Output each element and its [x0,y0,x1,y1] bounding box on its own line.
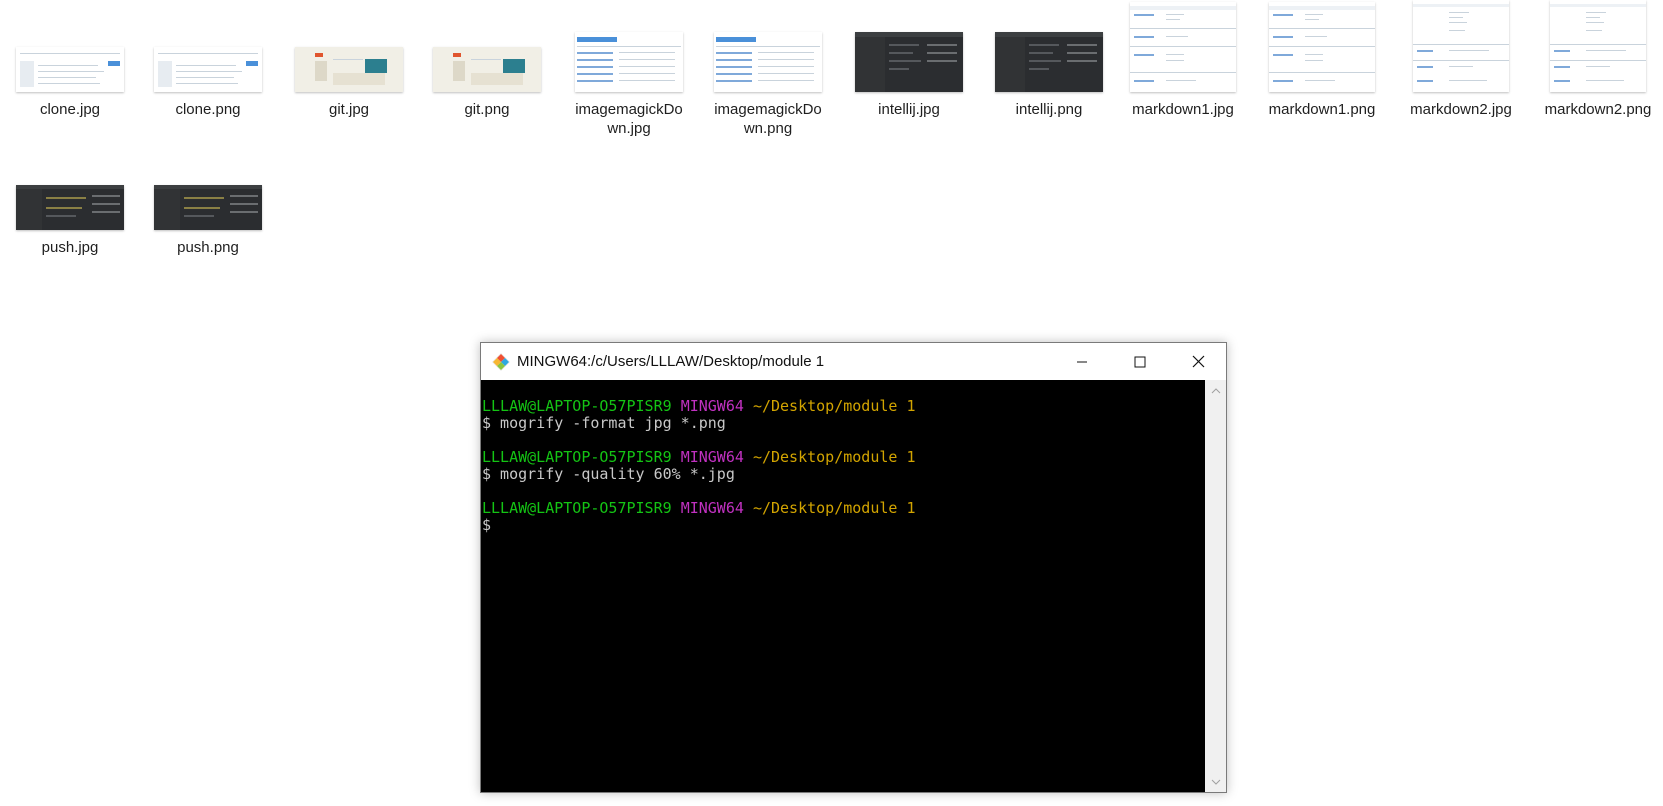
image-thumbnail [1130,2,1236,92]
file-item[interactable]: push.png [143,138,273,257]
prompt-user: LLLAW@LAPTOP-O57PISR9 [482,499,672,517]
image-thumbnail [855,32,963,92]
file-item[interactable]: git.jpg [284,0,414,119]
image-thumbnail [154,185,262,230]
image-thumbnail [714,32,822,92]
prompt-line: LLLAW@LAPTOP-O57PISR9 MINGW64 ~/Desktop/… [481,398,1205,415]
file-name: markdown2.jpg [1410,101,1512,118]
prompt-env: MINGW64 [680,499,744,517]
file-item[interactable]: intellij.png [984,0,1114,119]
file-name: markdown1.jpg [1132,101,1234,118]
command-line: $ mogrify -format jpg *.png [482,414,726,432]
minimize-icon [1077,361,1087,362]
file-name: clone.jpg [39,101,101,118]
chevron-down-icon [1211,779,1220,785]
chevron-up-icon [1211,387,1220,393]
title-bar[interactable]: MINGW64:/c/Users/LLLAW/Desktop/module 1 [481,343,1226,380]
image-thumbnail [16,47,124,92]
prompt-path: ~/Desktop/module 1 [752,499,916,517]
prompt-env: MINGW64 [680,448,744,466]
prompt-env: MINGW64 [680,397,744,415]
image-thumbnail [433,47,541,92]
file-item[interactable]: imagemagickDown.jpg [564,0,694,138]
file-item[interactable]: push.jpg [5,138,135,257]
file-name: markdown1.png [1268,101,1376,118]
window-title: MINGW64:/c/Users/LLLAW/Desktop/module 1 [517,353,825,370]
file-item[interactable]: intellij.jpg [844,0,974,119]
file-name: push.png [177,239,239,256]
file-item[interactable]: clone.jpg [5,0,135,119]
maximize-icon [1134,356,1146,367]
close-button[interactable] [1169,343,1227,380]
image-thumbnail [1550,0,1646,92]
file-item[interactable]: markdown2.png [1533,0,1663,119]
file-name: intellij.png [1015,101,1083,118]
prompt-symbol: $ [482,516,492,534]
image-thumbnail [16,185,124,230]
prompt-line: LLLAW@LAPTOP-O57PISR9 MINGW64 ~/Desktop/… [481,449,1205,466]
command-line: $ mogrify -quality 60% *.jpg [482,465,735,483]
minimize-button[interactable] [1053,343,1111,380]
file-item[interactable]: git.png [422,0,552,119]
file-name: imagemagickDown.jpg [575,101,683,137]
prompt-user: LLLAW@LAPTOP-O57PISR9 [482,397,672,415]
vertical-scrollbar[interactable] [1205,380,1226,792]
file-name: imagemagickDown.png [714,101,822,137]
file-name: markdown2.png [1544,101,1652,118]
file-name: clone.png [175,101,241,118]
image-thumbnail [295,47,403,92]
image-thumbnail [1269,2,1375,92]
file-name: intellij.jpg [878,101,940,118]
close-icon [1192,355,1204,368]
prompt-user: LLLAW@LAPTOP-O57PISR9 [482,448,672,466]
file-item[interactable]: markdown1.png [1257,0,1387,119]
terminal-output[interactable]: LLLAW@LAPTOP-O57PISR9 MINGW64 ~/Desktop/… [481,380,1205,792]
file-item[interactable]: imagemagickDown.png [703,0,833,138]
input-line[interactable]: $ [481,517,1205,534]
prompt-path: ~/Desktop/module 1 [752,448,916,466]
prompt-line: LLLAW@LAPTOP-O57PISR9 MINGW64 ~/Desktop/… [481,500,1205,517]
image-thumbnail [575,32,683,92]
scroll-down-button[interactable] [1205,773,1226,790]
file-name: push.jpg [41,239,99,256]
maximize-button[interactable] [1111,343,1169,380]
scroll-up-button[interactable] [1205,382,1226,399]
file-list: clone.jpg clone.png git.jpg git.png imag… [0,0,1663,260]
file-item[interactable]: markdown2.jpg [1396,0,1526,119]
terminal-window[interactable]: MINGW64:/c/Users/LLLAW/Desktop/module 1 … [480,342,1227,793]
prompt-path: ~/Desktop/module 1 [752,397,916,415]
file-item[interactable]: clone.png [143,0,273,119]
image-thumbnail [154,47,262,92]
file-name: git.jpg [328,101,370,118]
file-name: git.png [464,101,510,118]
image-thumbnail [995,32,1103,92]
git-logo-icon [492,353,510,371]
file-item[interactable]: markdown1.jpg [1118,0,1248,119]
image-thumbnail [1413,0,1509,92]
